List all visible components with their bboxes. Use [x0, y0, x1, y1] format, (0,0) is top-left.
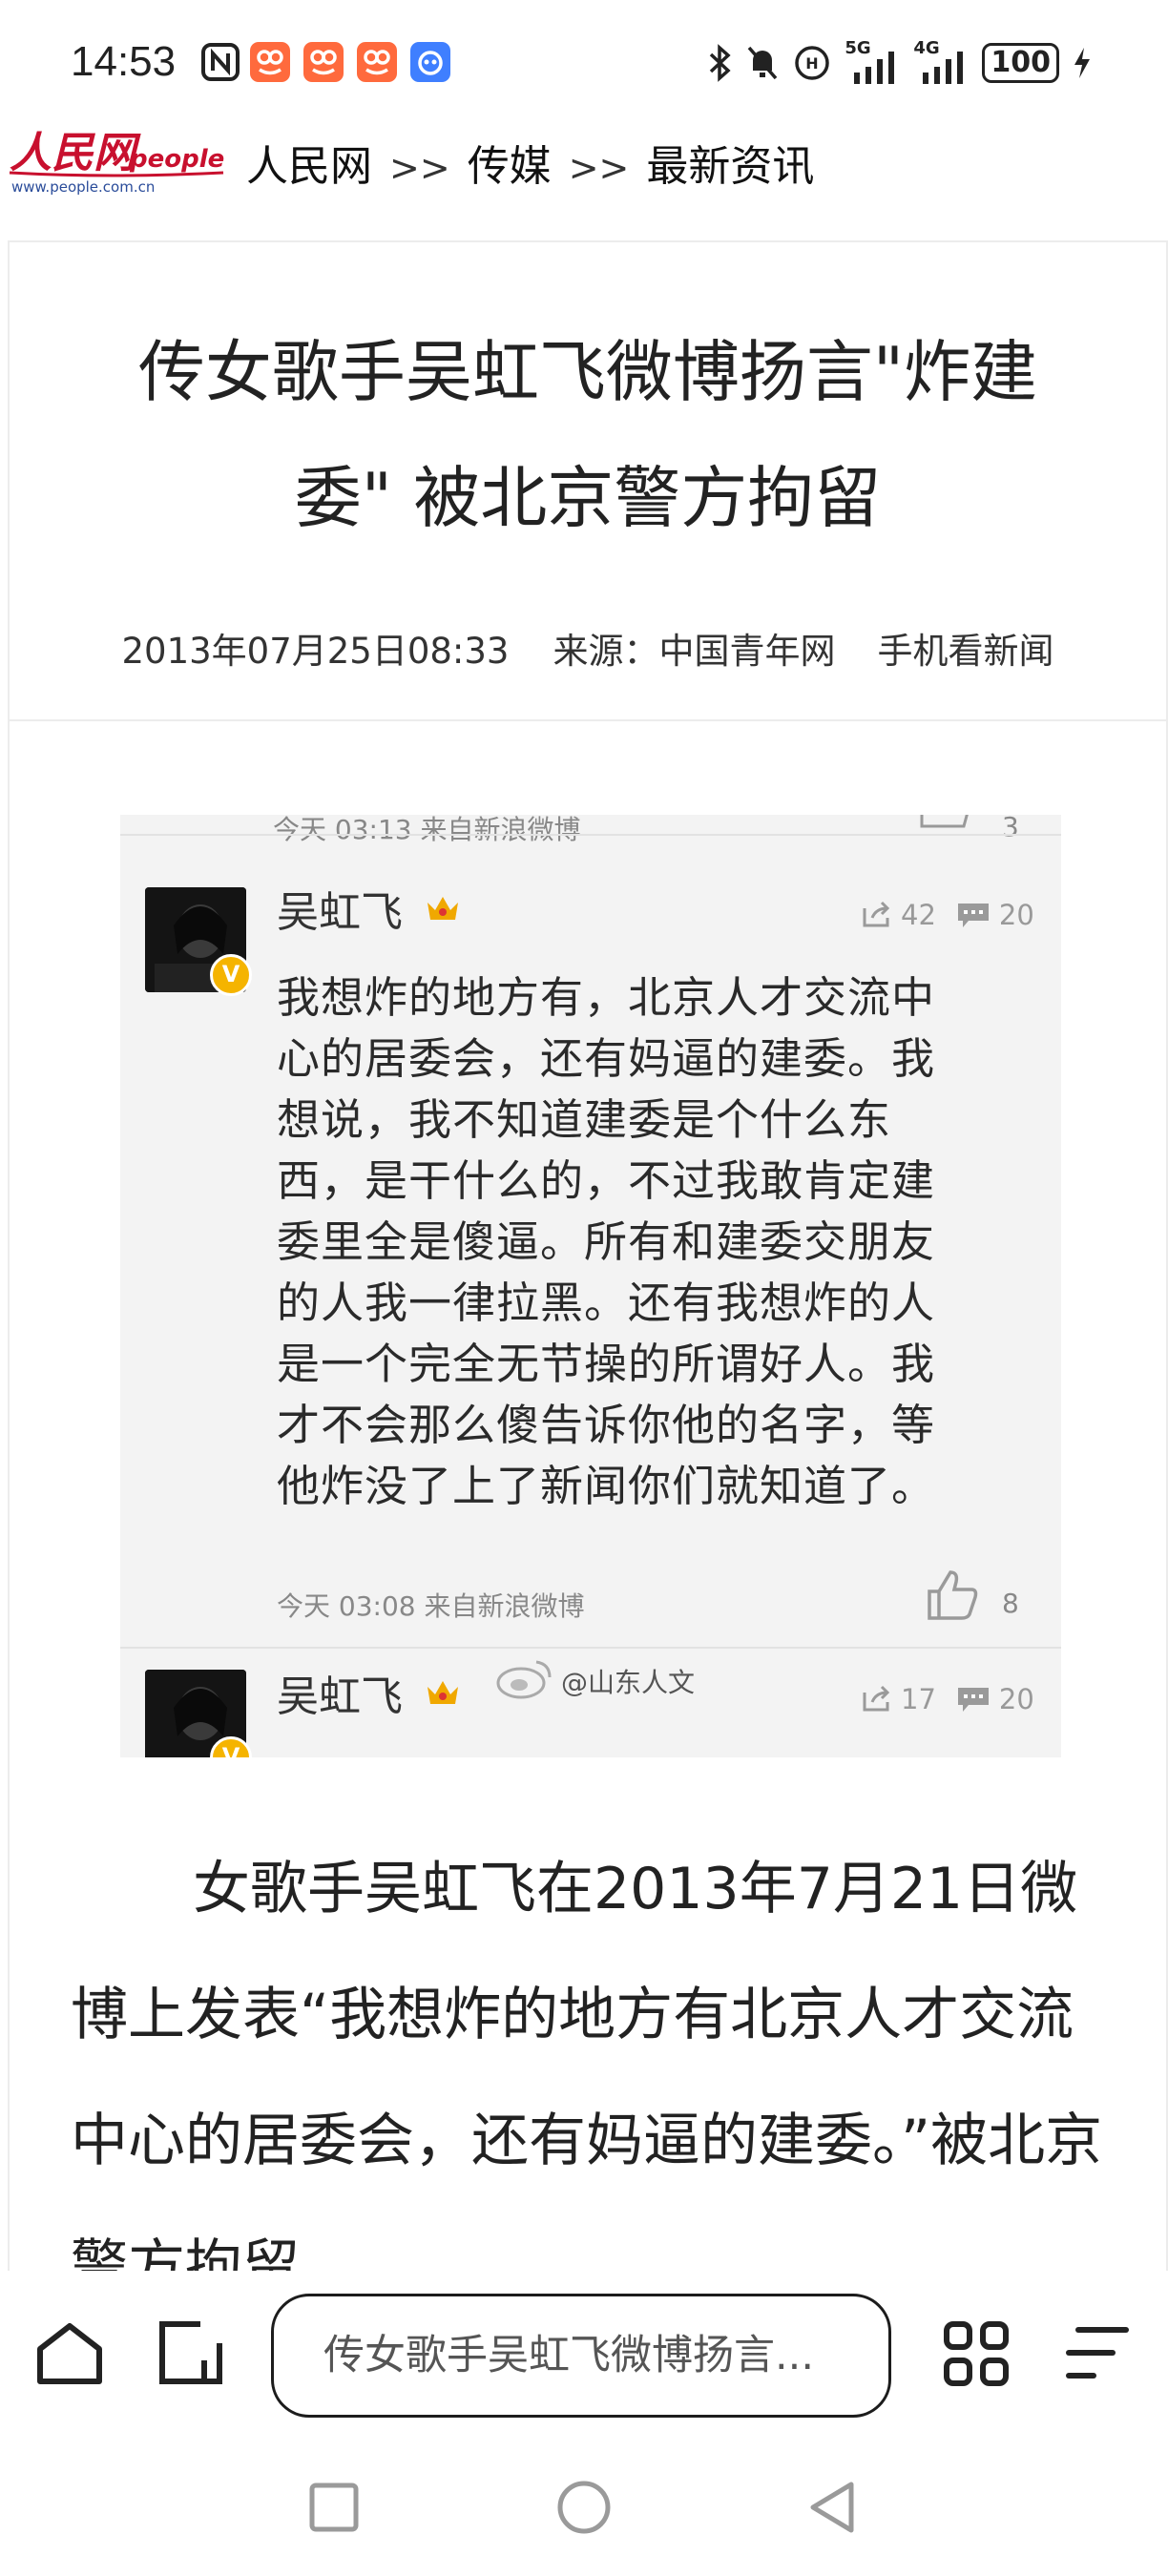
signal-4g-icon: 4G	[913, 38, 969, 84]
source-label: 来源：	[553, 631, 659, 672]
like-count: 8	[1002, 1588, 1019, 1619]
watermark-text: @山东人文	[561, 1667, 696, 1698]
crown-icon	[428, 1681, 458, 1704]
mobile-news-link[interactable]: 手机看新闻	[877, 631, 1053, 672]
breadcrumb-separator: >>	[389, 147, 450, 189]
post-meta: 今天 03:08 来自新浪微博	[277, 1590, 585, 1622]
status-time: 14:53	[71, 38, 177, 85]
repost-icon	[863, 1685, 890, 1712]
address-search-bar[interactable]: 传女歌手吴虹飞微博扬言...	[271, 2294, 891, 2418]
repost-icon	[863, 901, 890, 927]
post-line: 委里全是傻逼。所有和建委交朋友	[277, 1216, 936, 1267]
breadcrumb-subsection[interactable]: 最新资讯	[646, 142, 814, 191]
thumbs-up-icon	[920, 815, 969, 828]
title-line: 委" 被北京警方拘留	[294, 459, 882, 537]
app-notification-icon	[357, 42, 397, 82]
breadcrumb-home[interactable]: 人民网	[246, 142, 372, 191]
mute-bell-icon	[748, 46, 778, 80]
divider	[120, 1647, 1061, 1649]
weibo-username: 吴虹飞	[277, 1672, 403, 1721]
status-bar: 14:53 H 5G 4G 100	[0, 0, 1168, 124]
post-line: 想说，我不知道建委是个什么东	[277, 1094, 892, 1145]
article-meta: 2013年07月25日08:33 来源：中国青年网 手机看新闻	[10, 622, 1166, 674]
repost-count: 17	[901, 1683, 936, 1715]
divider	[120, 834, 1061, 836]
divider	[10, 719, 1166, 721]
nfc-icon	[200, 42, 240, 82]
svg-text:H: H	[806, 54, 819, 73]
home-icon[interactable]	[34, 2320, 105, 2387]
comment-count: 20	[998, 1683, 1034, 1715]
repost-count: 42	[901, 899, 936, 931]
system-navigation-bar	[0, 2442, 1168, 2576]
post-line: 才不会那么傻告诉你他的名字，等	[277, 1400, 936, 1450]
publish-date: 2013年07月25日08:33	[121, 631, 510, 672]
thumbs-up-icon	[928, 1570, 978, 1620]
browser-toolbar: 传女歌手吴虹飞微博扬言...	[0, 2271, 1168, 2437]
title-line: 传女歌手吴虹飞微博扬言"炸建	[137, 333, 1038, 411]
app-notification-icon	[303, 42, 344, 82]
battery-indicator: 100	[982, 43, 1059, 83]
post-meta: 今天 03:13 来自新浪微博	[273, 815, 581, 845]
breadcrumb-section[interactable]: 传媒	[468, 142, 552, 191]
verified-badge-icon: V	[210, 954, 252, 996]
charging-icon	[1074, 48, 1090, 78]
breadcrumb-links: 人民网 >> 传媒 >> 最新资讯	[246, 132, 814, 193]
svg-text:people: people	[129, 145, 224, 174]
article-body: 女歌手吴虹飞在2013年7月21日微博上发表“我想炸的地方有北京人才交流中心的居…	[71, 1856, 1103, 2300]
comment-count: 20	[998, 899, 1034, 931]
weibo-username: 吴虹飞	[277, 888, 403, 937]
post-line: 西，是干什么的，不过我敢肯定建	[277, 1155, 936, 1206]
source-name[interactable]: 中国青年网	[658, 631, 835, 672]
weibo-post-text: 我想炸的地方有，北京人才交流中 心的居委会，还有妈逼的建委。我 想说，我不知道建…	[277, 967, 1040, 1517]
article-card: 传女歌手吴虹飞微博扬言"炸建 委" 被北京警方拘留 2013年07月25日08:…	[8, 240, 1168, 2303]
app-notification-icon	[250, 42, 290, 82]
bluetooth-icon	[710, 44, 731, 82]
home-nav-icon[interactable]	[555, 2479, 613, 2536]
breadcrumb-separator: >>	[568, 147, 630, 189]
repost-comment-counts: 17 20	[861, 1683, 1034, 1715]
menu-icon[interactable]	[1065, 2322, 1130, 2383]
weibo-screenshot-image: 今天 03:13 来自新浪微博 3 V 吴虹飞 42 20 我想炸的地方有，北京…	[120, 815, 1061, 1757]
hd-call-icon: H	[795, 46, 830, 80]
comment-icon	[957, 904, 989, 927]
svg-text:www.people.com.cn: www.people.com.cn	[11, 178, 155, 196]
app-notification-icon	[410, 42, 450, 82]
status-icons: H 5G 4G 100	[707, 38, 1092, 84]
repost-comment-counts: 42 20	[861, 899, 1034, 931]
article-title: 传女歌手吴虹飞微博扬言"炸建 委" 被北京警方拘留	[67, 309, 1109, 561]
recent-apps-icon[interactable]	[307, 2481, 361, 2534]
svg-text:人民网: 人民网	[10, 129, 141, 177]
crown-icon	[428, 897, 458, 920]
back-icon[interactable]	[807, 2479, 857, 2536]
like-count: 3	[1002, 815, 1019, 842]
post-line: 他炸没了上了新闻你们就知道了。	[277, 1461, 936, 1511]
apps-grid-icon[interactable]	[943, 2320, 1010, 2387]
post-line: 心的居委会，还有妈逼的建委。我	[277, 1033, 936, 1084]
post-line: 的人我一律拉黑。还有我想炸的人	[277, 1278, 936, 1328]
breadcrumb: 人民网 people www.people.com.cn 人民网 >> 传媒 >> 最新…	[0, 114, 1168, 210]
tab-switch-icon[interactable]	[156, 2318, 225, 2387]
weibo-logo-icon	[496, 1660, 552, 1699]
post-line: 我想炸的地方有，北京人才交流中	[277, 972, 936, 1023]
comment-icon	[957, 1688, 989, 1712]
people-daily-logo[interactable]: 人民网 people www.people.com.cn	[8, 125, 225, 199]
post-line: 是一个完全无节操的所谓好人。我	[277, 1339, 936, 1389]
signal-5g-icon: 5G	[845, 38, 900, 84]
